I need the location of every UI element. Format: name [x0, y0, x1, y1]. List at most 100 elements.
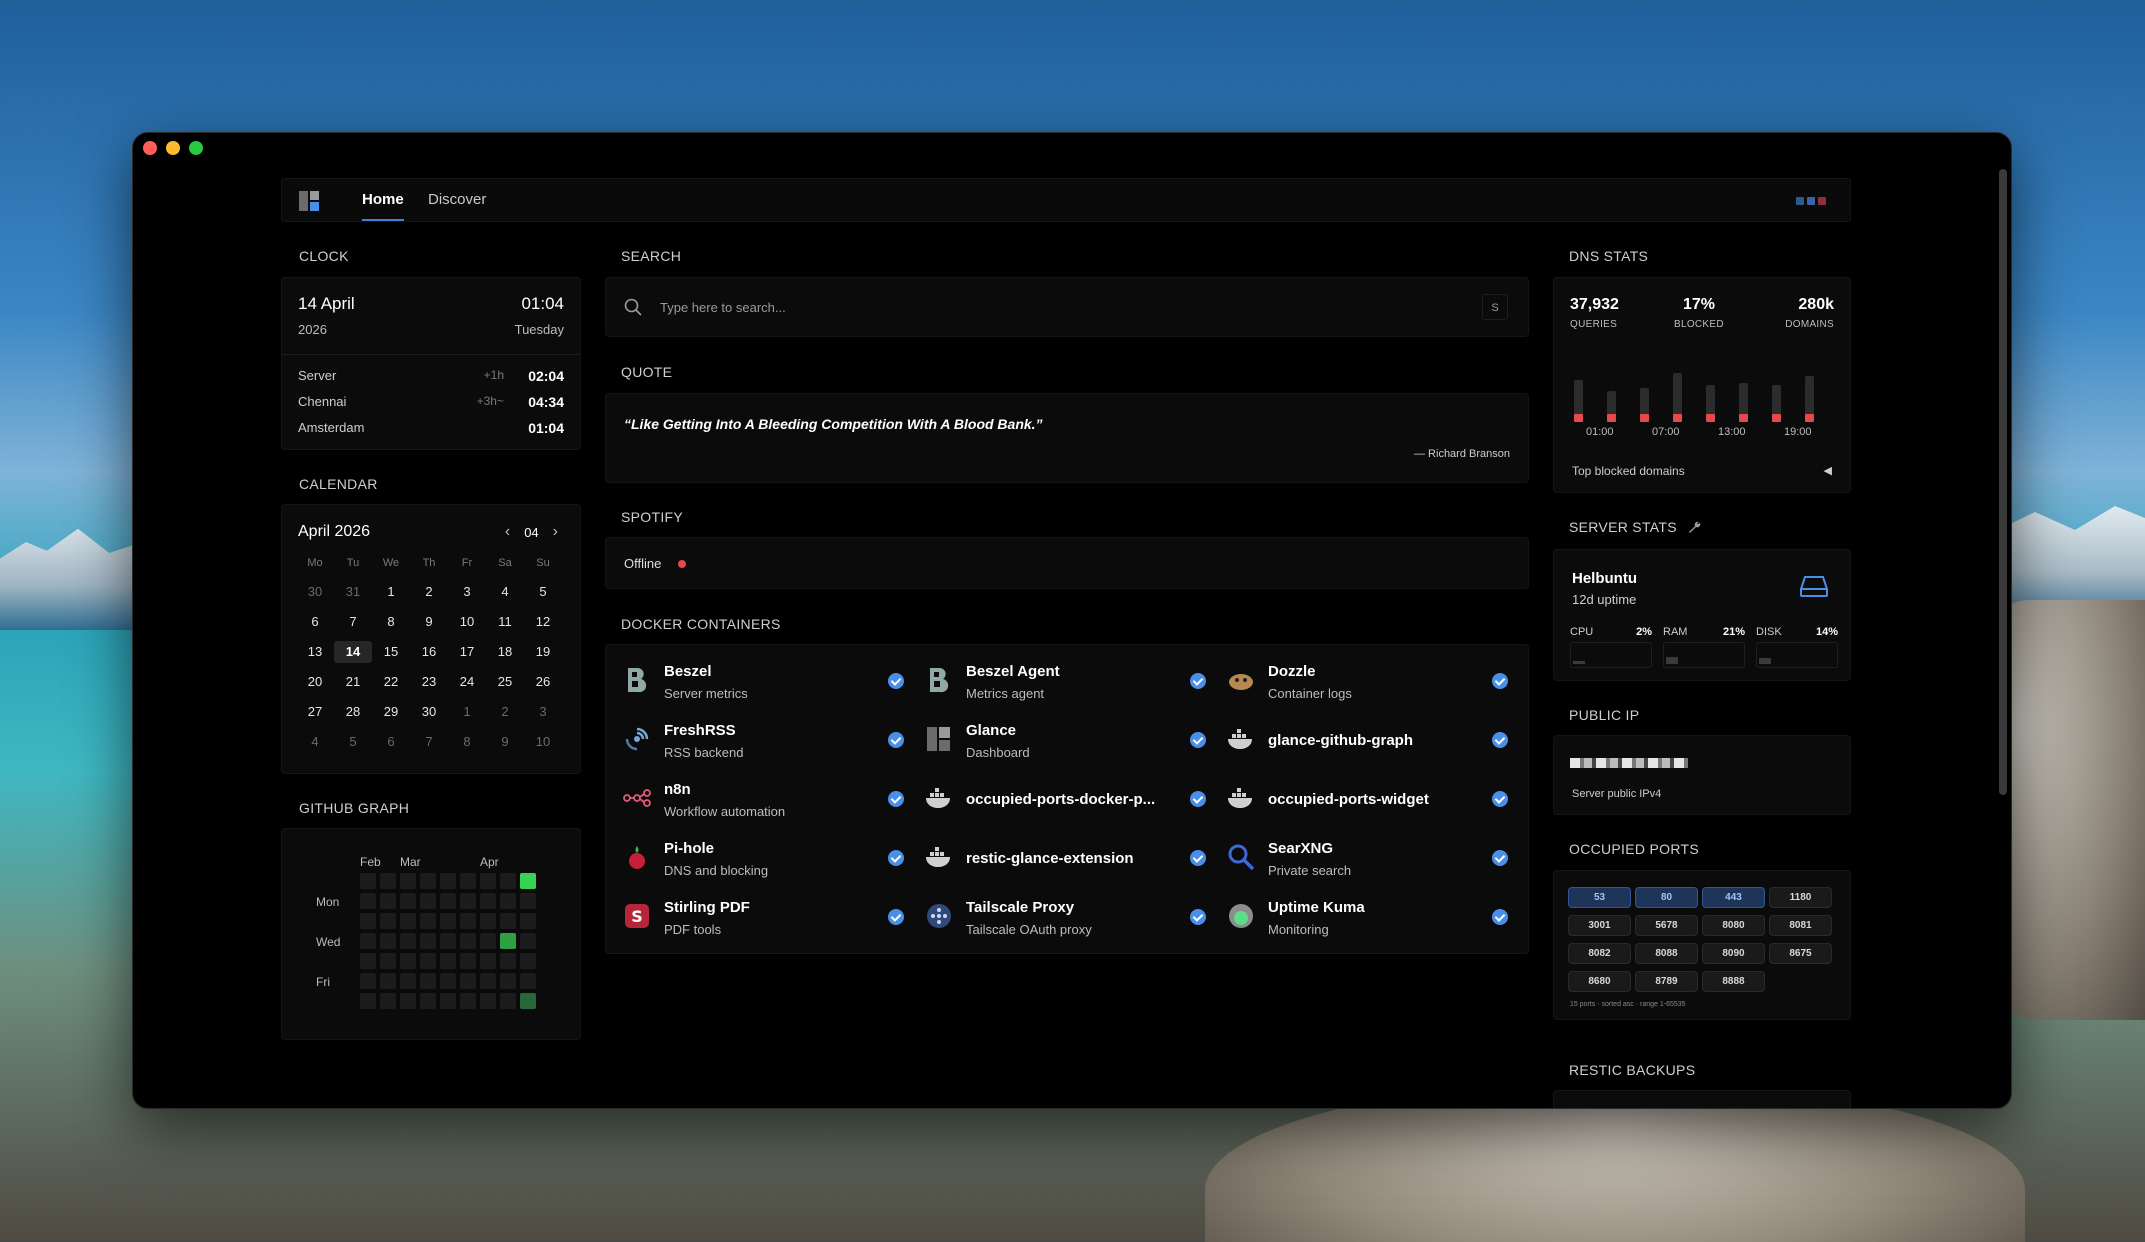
calendar-day[interactable]: 10	[524, 731, 562, 753]
port-chip[interactable]: 8090	[1702, 943, 1765, 964]
calendar-day[interactable]: 3	[524, 701, 562, 723]
calendar-day[interactable]: 1	[448, 701, 486, 723]
calendar-day[interactable]: 28	[334, 701, 372, 723]
calendar-day[interactable]: 25	[486, 671, 524, 693]
calendar-day[interactable]: 3	[448, 581, 486, 603]
calendar-day[interactable]: 4	[486, 581, 524, 603]
status-dot-icon	[678, 560, 686, 568]
meter-value: 21%	[1722, 626, 1745, 638]
calendar-day[interactable]: 29	[372, 701, 410, 723]
glance-logo-icon[interactable]	[298, 190, 320, 212]
calendar-day[interactable]: 22	[372, 671, 410, 693]
top-blocked-domains-toggle[interactable]: Top blocked domains	[1572, 464, 1685, 478]
chevron-left-icon[interactable]: ‹	[505, 523, 510, 541]
port-chip[interactable]: 443	[1702, 887, 1765, 908]
port-chip[interactable]: 8789	[1635, 971, 1698, 992]
docker-container-item[interactable]: occupied-ports-widget	[1226, 771, 1526, 825]
meter-value: 14%	[1815, 626, 1838, 638]
gh-day-label: Wed	[316, 935, 341, 949]
theme-dot-blue[interactable]	[1796, 197, 1804, 205]
port-chip[interactable]: 5678	[1635, 915, 1698, 936]
calendar-day-today[interactable]: 14	[334, 641, 372, 663]
calendar-day[interactable]: 18	[486, 641, 524, 663]
docker-container-item[interactable]: FreshRSS RSS backend	[622, 712, 922, 766]
docker-container-item[interactable]: occupied-ports-docker-p...	[924, 771, 1224, 825]
calendar-day[interactable]: 20	[296, 671, 334, 693]
calendar-day[interactable]: 6	[372, 731, 410, 753]
docker-container-item[interactable]: Dozzle Container logs	[1226, 653, 1526, 707]
calendar-day[interactable]: 27	[296, 701, 334, 723]
docker-container-item[interactable]: S Stirling PDF PDF tools	[622, 889, 922, 943]
contribution-cell	[500, 893, 516, 909]
calendar-day[interactable]: 21	[334, 671, 372, 693]
docker-container-item[interactable]: n8n Workflow automation	[622, 771, 922, 825]
port-chip[interactable]: 8081	[1769, 915, 1832, 936]
docker-container-item[interactable]: Pi-hole DNS and blocking	[622, 830, 922, 884]
status-check-icon	[888, 791, 904, 807]
calendar-day[interactable]: 11	[486, 611, 524, 633]
calendar-day[interactable]: 8	[372, 611, 410, 633]
calendar-day[interactable]: 9	[410, 611, 448, 633]
port-chip[interactable]: 3001	[1568, 915, 1631, 936]
port-chip[interactable]: 8082	[1568, 943, 1631, 964]
port-chip[interactable]: 80	[1635, 887, 1698, 908]
dns-stat-label: DOMAINS	[1785, 319, 1834, 330]
calendar-day[interactable]: 30	[296, 581, 334, 603]
docker-container-item[interactable]: glance-github-graph	[1226, 712, 1526, 766]
port-chip[interactable]: 1180	[1769, 887, 1832, 908]
tab-home[interactable]: Home	[362, 191, 404, 208]
calendar-day[interactable]: 8	[448, 731, 486, 753]
search-input[interactable]	[660, 290, 1460, 324]
calendar-day[interactable]: 17	[448, 641, 486, 663]
calendar-day[interactable]: 19	[524, 641, 562, 663]
calendar-day[interactable]: 31	[334, 581, 372, 603]
calendar-day[interactable]: 12	[524, 611, 562, 633]
theme-dot-blue-2[interactable]	[1807, 197, 1815, 205]
chevron-right-icon[interactable]: ›	[553, 523, 558, 541]
calendar-day[interactable]: 26	[524, 671, 562, 693]
port-chip[interactable]: 8680	[1568, 971, 1631, 992]
calendar-day[interactable]: 10	[448, 611, 486, 633]
calendar-day[interactable]: 16	[410, 641, 448, 663]
docker-container-item[interactable]: restic-glance-extension	[924, 830, 1224, 884]
calendar-day[interactable]: 24	[448, 671, 486, 693]
calendar-day[interactable]: 6	[296, 611, 334, 633]
port-chip[interactable]: 8080	[1702, 915, 1765, 936]
port-chip[interactable]: 8675	[1769, 943, 1832, 964]
calendar-day[interactable]: 1	[372, 581, 410, 603]
calendar-day[interactable]: 7	[334, 611, 372, 633]
zoom-window-button[interactable]	[189, 141, 203, 155]
calendar-day[interactable]: 2	[486, 701, 524, 723]
docker-container-item[interactable]: Uptime Kuma Monitoring	[1226, 889, 1526, 943]
theme-dot-red[interactable]	[1818, 197, 1826, 205]
tab-discover[interactable]: Discover	[428, 191, 486, 208]
calendar-day[interactable]: 15	[372, 641, 410, 663]
docker-container-item[interactable]: Glance Dashboard	[924, 712, 1224, 766]
docker-container-item[interactable]: Tailscale Proxy Tailscale OAuth proxy	[924, 889, 1224, 943]
contribution-cell	[420, 973, 436, 989]
close-window-button[interactable]	[143, 141, 157, 155]
calendar-day[interactable]: 4	[296, 731, 334, 753]
docker-container-item[interactable]: Beszel Agent Metrics agent	[924, 653, 1224, 707]
wrench-icon[interactable]	[1687, 520, 1701, 534]
gh-day-label: Mon	[316, 895, 340, 909]
port-chip[interactable]: 53	[1568, 887, 1631, 908]
caret-left-icon[interactable]: ◀	[1824, 464, 1832, 477]
clock-title: CLOCK	[299, 248, 349, 264]
calendar-day[interactable]: 30	[410, 701, 448, 723]
calendar-day[interactable]: 7	[410, 731, 448, 753]
calendar-day[interactable]: 5	[334, 731, 372, 753]
theme-switcher[interactable]	[1796, 197, 1826, 205]
calendar-day[interactable]: 13	[296, 641, 334, 663]
page-scrollbar[interactable]	[1999, 169, 2007, 795]
calendar-day[interactable]: 23	[410, 671, 448, 693]
calendar-day[interactable]: 2	[410, 581, 448, 603]
contribution-cell	[500, 993, 516, 1009]
calendar-day[interactable]: 5	[524, 581, 562, 603]
minimize-window-button[interactable]	[166, 141, 180, 155]
docker-container-item[interactable]: SearXNG Private search	[1226, 830, 1526, 884]
port-chip[interactable]: 8088	[1635, 943, 1698, 964]
docker-container-item[interactable]: Beszel Server metrics	[622, 653, 922, 707]
port-chip[interactable]: 8888	[1702, 971, 1765, 992]
calendar-day[interactable]: 9	[486, 731, 524, 753]
